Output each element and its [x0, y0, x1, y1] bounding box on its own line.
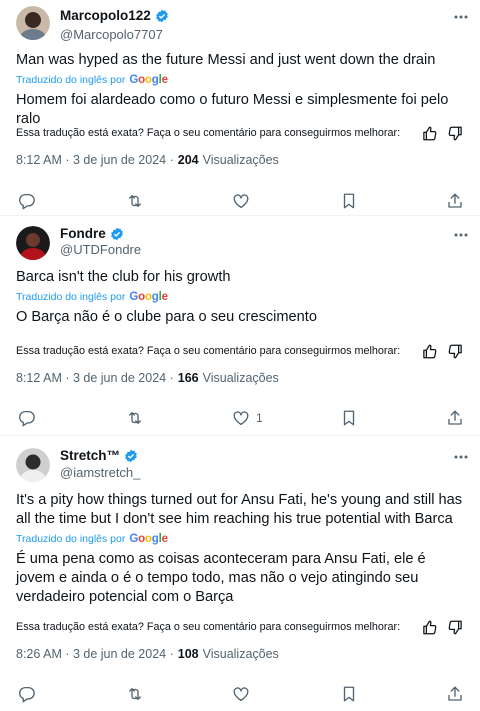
- repost-icon: [126, 192, 144, 210]
- share-button[interactable]: [446, 407, 464, 429]
- avatar[interactable]: [16, 6, 50, 40]
- like-button[interactable]: [232, 683, 256, 705]
- thumbs-down-icon[interactable]: [446, 618, 464, 636]
- avatar[interactable]: [16, 448, 50, 482]
- post-timestamp[interactable]: 8:12 AM · 3 de jun de 2024 ·: [16, 153, 174, 167]
- author-handle[interactable]: @Marcopolo7707: [60, 27, 163, 42]
- views-label: Visualizações: [202, 371, 279, 385]
- author-name[interactable]: Stretch™: [60, 448, 138, 463]
- share-icon: [446, 192, 464, 210]
- translation-label: Traduzido do inglês por: [16, 533, 126, 545]
- reply-icon: [18, 192, 36, 210]
- more-options-icon[interactable]: [452, 226, 470, 244]
- google-logo: Google: [129, 533, 168, 545]
- thumbs-up-icon[interactable]: [420, 124, 438, 142]
- feedback-question: Essa tradução está exata? Faça o seu com…: [16, 345, 401, 357]
- views-label: Visualizações: [202, 153, 279, 167]
- translation-feedback: Essa tradução está exata? Faça o seu com…: [16, 342, 464, 360]
- translation-attribution: Traduzido do inglês por Google: [16, 533, 168, 545]
- post-text: It's a pity how things turned out for An…: [16, 492, 463, 527]
- heart-icon: [232, 409, 250, 427]
- share-icon: [446, 409, 464, 427]
- author-name[interactable]: Fondre: [60, 226, 124, 241]
- view-count: 108: [177, 647, 199, 661]
- view-count: 204: [177, 153, 199, 167]
- author-name-text: Stretch™: [60, 448, 121, 463]
- post-meta: 8:26 AM · 3 de jun de 2024 · 108 Visuali…: [16, 647, 279, 661]
- avatar[interactable]: [16, 226, 50, 260]
- google-logo: Google: [129, 74, 168, 86]
- reply-button[interactable]: [18, 683, 36, 705]
- translation-attribution: Traduzido do inglês por Google: [16, 74, 168, 86]
- author-handle[interactable]: @iamstretch_: [60, 465, 140, 480]
- thumbs-down-icon[interactable]: [446, 342, 464, 360]
- translation-attribution: Traduzido do inglês por Google: [16, 291, 168, 303]
- post-timestamp[interactable]: 8:26 AM · 3 de jun de 2024 ·: [16, 647, 174, 661]
- feedback-question: Essa tradução está exata? Faça o seu com…: [16, 127, 401, 139]
- verified-badge-icon: [110, 227, 124, 241]
- bookmark-button[interactable]: [340, 683, 358, 705]
- author-name[interactable]: Marcopolo122: [60, 8, 169, 23]
- bookmark-button[interactable]: [340, 190, 358, 212]
- translation-label: Traduzido do inglês por: [16, 74, 126, 86]
- heart-icon: [232, 685, 250, 703]
- share-button[interactable]: [446, 683, 464, 705]
- post-2[interactable]: Fondre @UTDFondre Barca isn't the club f…: [0, 216, 480, 434]
- post-1[interactable]: Marcopolo122 @Marcopolo7707 Man was hype…: [0, 0, 480, 210]
- post-3[interactable]: Stretch™ @iamstretch_ It's a pity how th…: [0, 436, 480, 711]
- repost-icon: [126, 685, 144, 703]
- verified-badge-icon: [155, 9, 169, 23]
- share-icon: [446, 685, 464, 703]
- share-button[interactable]: [446, 190, 464, 212]
- like-button[interactable]: 1: [232, 407, 263, 429]
- reply-button[interactable]: [18, 407, 36, 429]
- translation-feedback: Essa tradução está exata? Faça o seu com…: [16, 618, 464, 636]
- views-label: Visualizações: [202, 647, 279, 661]
- post-timestamp[interactable]: 8:12 AM · 3 de jun de 2024 ·: [16, 371, 174, 385]
- author-name-text: Fondre: [60, 226, 106, 241]
- bookmark-icon: [340, 409, 358, 427]
- post-text: Barca isn't the club for his growth: [16, 269, 231, 285]
- action-bar: [16, 190, 468, 212]
- author-handle[interactable]: @UTDFondre: [60, 242, 141, 257]
- heart-icon: [232, 192, 250, 210]
- repost-icon: [126, 409, 144, 427]
- thumbs-up-icon[interactable]: [420, 618, 438, 636]
- author-name-text: Marcopolo122: [60, 8, 151, 23]
- translated-text: O Barça não é o clube para o seu crescim…: [16, 309, 317, 325]
- translation-feedback: Essa tradução está exata? Faça o seu com…: [16, 124, 464, 142]
- more-options-icon[interactable]: [452, 8, 470, 26]
- like-count: 1: [256, 411, 263, 425]
- view-count: 166: [177, 371, 199, 385]
- reply-button[interactable]: [18, 190, 36, 212]
- translation-label: Traduzido do inglês por: [16, 291, 126, 303]
- bookmark-icon: [340, 685, 358, 703]
- like-button[interactable]: [232, 190, 256, 212]
- post-meta: 8:12 AM · 3 de jun de 2024 · 204 Visuali…: [16, 153, 279, 167]
- bookmark-icon: [340, 192, 358, 210]
- repost-button[interactable]: [126, 683, 144, 705]
- google-logo: Google: [129, 291, 168, 303]
- post-text: Man was hyped as the future Messi and ju…: [16, 52, 436, 68]
- reply-icon: [18, 685, 36, 703]
- repost-button[interactable]: [126, 190, 144, 212]
- thumbs-up-icon[interactable]: [420, 342, 438, 360]
- thumbs-down-icon[interactable]: [446, 124, 464, 142]
- translated-text: É uma pena como as coisas aconteceram pa…: [16, 551, 426, 605]
- reply-icon: [18, 409, 36, 427]
- action-bar: [16, 683, 468, 705]
- verified-badge-icon: [124, 449, 138, 463]
- action-bar: 1: [16, 407, 468, 429]
- bookmark-button[interactable]: [340, 407, 358, 429]
- repost-button[interactable]: [126, 407, 144, 429]
- feedback-question: Essa tradução está exata? Faça o seu com…: [16, 621, 401, 633]
- more-options-icon[interactable]: [452, 448, 470, 466]
- post-meta: 8:12 AM · 3 de jun de 2024 · 166 Visuali…: [16, 371, 279, 385]
